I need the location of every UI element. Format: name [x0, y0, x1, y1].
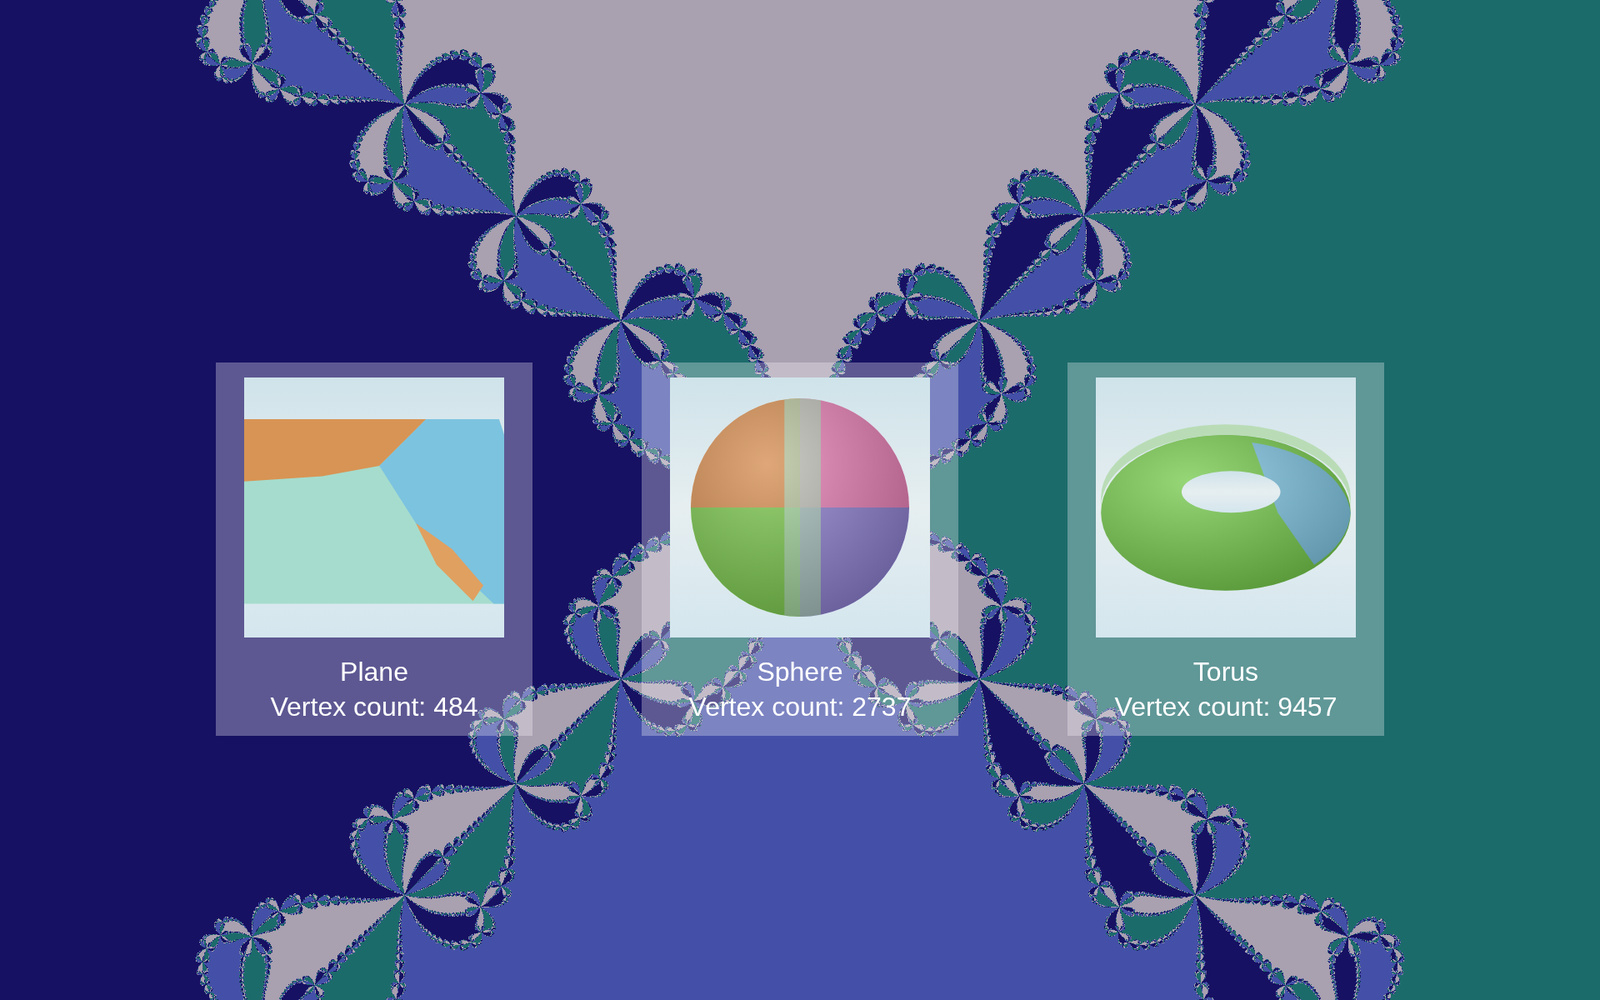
- card-row: PlaneVertex count: 484SphereVertex count…: [0, 0, 1600, 1000]
- card-caption: SphereVertex count: 2737: [689, 654, 912, 725]
- card-caption: TorusVertex count: 9457: [1115, 654, 1338, 725]
- card-title: Plane: [340, 654, 409, 690]
- card-title: Sphere: [756, 654, 843, 690]
- plane-thumbnail: [244, 377, 505, 638]
- torus-thumbnail: [1095, 377, 1356, 638]
- model-card[interactable]: TorusVertex count: 9457: [1067, 362, 1385, 736]
- gallery-page: PlaneVertex count: 484SphereVertex count…: [0, 0, 1600, 1000]
- vertex-count: Vertex count: 2737: [689, 689, 912, 725]
- vertex-count: Vertex count: 9457: [1115, 689, 1338, 725]
- card-title: Torus: [1193, 654, 1259, 690]
- card-caption: PlaneVertex count: 484: [270, 654, 478, 725]
- sphere-thumbnail: [670, 377, 930, 638]
- vertex-count: Vertex count: 484: [270, 689, 478, 725]
- model-card[interactable]: PlaneVertex count: 484: [215, 362, 533, 736]
- model-card[interactable]: SphereVertex count: 2737: [641, 362, 959, 736]
